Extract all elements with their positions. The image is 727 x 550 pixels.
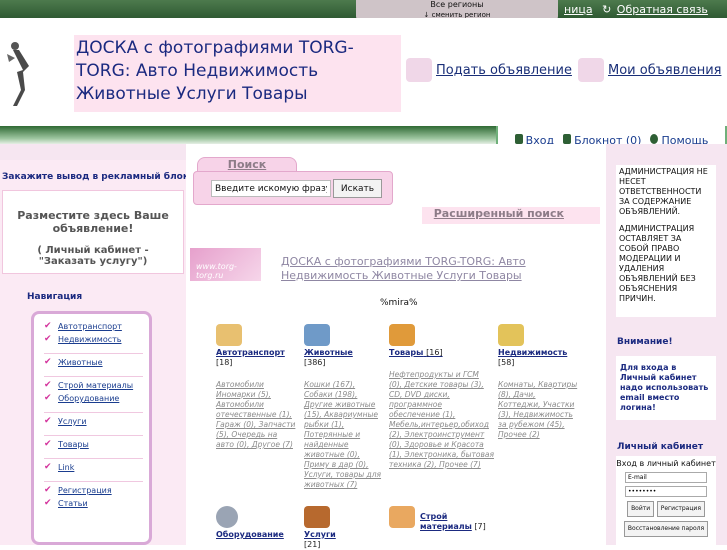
search-button[interactable]: Искать (333, 179, 382, 198)
category-realty: Недвижимость [58] Комнаты, Квартиры (8),… (498, 324, 580, 440)
site-title: ДОСКА с фотографиями TORG-TORG: Авто Нед… (74, 35, 401, 112)
nav-item-equipment[interactable]: Оборудование (44, 392, 143, 405)
add-ad-label: Подать объявление (436, 62, 572, 78)
notepad-icon (563, 133, 572, 144)
disclaimer-box: АДМИНИСТРАЦИЯ НЕ НЕСЕТ ОТВЕТСТВЕННОСТИ З… (616, 165, 716, 317)
nav-item-animals[interactable]: Животные (44, 356, 143, 369)
nav-item-articles[interactable]: Статьи (44, 497, 143, 510)
pen-icon (406, 58, 432, 82)
nav-divider (44, 451, 143, 459)
nav-item-services[interactable]: Услуги (44, 415, 143, 428)
category-sub-text[interactable]: Автомобили Иномарки (5), Автомобили отеч… (216, 380, 295, 449)
feedback-icon: ↻ (602, 3, 612, 16)
search-input[interactable] (211, 180, 331, 197)
category-sub-text[interactable]: Нефтепродукты и ГСМ (0), Детские товары … (389, 370, 494, 469)
attention-title: Внимание! (617, 337, 673, 347)
nav-divider (44, 369, 143, 377)
category-animals: Животные [386] Кошки (167), Собаки (198)… (304, 324, 384, 490)
box-icon (578, 58, 604, 82)
category-subs: Комнаты, Квартиры (8), Дачи, Коттеджи, У… (498, 380, 580, 440)
attention-text: Для входа в Личный кабинет надо использо… (616, 356, 716, 420)
login-button[interactable]: Войти (627, 501, 655, 517)
category-count: [7] (474, 522, 486, 531)
nav-title: Навигация (27, 292, 83, 302)
goods-icon (389, 324, 415, 346)
site-title-link[interactable]: ДОСКА с фотографиями TORG-TORG: Авто Нед… (190, 255, 604, 283)
ad-block[interactable]: Разместите здесь Ваше объявление! ( Личн… (2, 190, 184, 274)
category-name[interactable]: Товары [16] (389, 348, 494, 358)
nav-divider (44, 346, 143, 354)
site-title-link-text: ДОСКА с фотографиями TORG-TORG: Авто Нед… (281, 255, 526, 282)
advanced-search-link[interactable]: Расширенный поиск (422, 207, 600, 224)
category-sub-text[interactable]: Кошки (167), Собаки (198), Другие животн… (304, 380, 381, 489)
category-subs: Автомобили Иномарки (5), Автомобили отеч… (216, 380, 296, 450)
category-name[interactable]: Строй материалы (420, 512, 472, 531)
building-icon (498, 324, 524, 346)
disclaimer-text: АДМИНИСТРАЦИЯ ОСТАВЛЯЕТ ЗА СОБОЙ ПРАВО М… (619, 224, 696, 303)
my-ads-label: Мои объявления (608, 62, 722, 78)
category-auto: Автотранспорт [18] Автомобили Иномарки (… (216, 324, 296, 450)
help-icon (650, 133, 659, 144)
region-title: Все регионы (430, 0, 484, 9)
cabinet-title: Личный кабинет (617, 442, 704, 452)
top-link-home[interactable]: ница (564, 3, 593, 16)
cabinet-login-text: Вход в личный кабинет (616, 459, 716, 468)
category-subs: Кошки (167), Собаки (198), Другие животн… (304, 380, 384, 490)
ad-block-title: Закажите вывод в рекламный блок (2, 172, 189, 182)
animal-icon (304, 324, 330, 346)
add-ad-button[interactable]: Подать объявление (406, 58, 572, 82)
nav-menu: Автотранспорт Недвижимость Животные Стро… (31, 311, 152, 545)
category-goods: Товары [16] Нефтепродукты и ГСМ (0), Дет… (389, 324, 494, 470)
recover-password-button[interactable]: Восстановление пароля (623, 521, 709, 537)
email-field[interactable] (625, 472, 707, 483)
category-name-text: Товары (389, 348, 424, 357)
category-name[interactable]: Автотранспорт (216, 348, 296, 358)
category-count: [386] (304, 358, 326, 367)
category-count: [58] (498, 358, 515, 367)
category-name[interactable]: Оборудование (216, 530, 296, 540)
category-subs: Нефтепродукты и ГСМ (0), Детские товары … (389, 370, 494, 470)
ad-block-text: Разместите здесь Ваше объявление! (17, 209, 169, 235)
gear-icon (216, 506, 238, 528)
category-name[interactable]: Услуги (304, 530, 384, 540)
nav-item-materials[interactable]: Строй материалы (44, 379, 143, 392)
nav-item-register[interactable]: Регистрация (44, 484, 143, 497)
lock-icon (514, 133, 523, 144)
nav-item-goods[interactable]: Товары (44, 438, 143, 451)
category-sub-text[interactable]: Комнаты, Квартиры (8), Дачи, Коттеджи, У… (498, 380, 577, 439)
mira-placeholder: %mira% (380, 298, 418, 308)
nav-item-auto[interactable]: Автотранспорт (44, 320, 143, 333)
feedback-link[interactable]: Обратная связь (617, 3, 708, 16)
nav-divider (44, 428, 143, 436)
category-services: Услуги [21] (304, 506, 384, 550)
category-count: [16] (426, 348, 443, 357)
category-name[interactable]: Недвижимость (498, 348, 580, 358)
search-tab[interactable]: Поиск (197, 157, 297, 172)
nav-item-realty[interactable]: Недвижимость (44, 333, 143, 346)
register-button[interactable]: Регистрация (656, 501, 705, 517)
password-field[interactable] (625, 486, 707, 497)
my-ads-button[interactable]: Мои объявления (578, 58, 721, 82)
disclaimer-text: АДМИНИСТРАЦИЯ НЕ НЕСЕТ ОТВЕТСТВЕННОСТИ З… (619, 167, 708, 216)
category-equipment: Оборудование (216, 506, 296, 540)
mercury-logo-icon (7, 42, 29, 106)
ad-block-subtext: ( Личный кабинет - "Заказать услугу") (37, 245, 149, 267)
bricks-icon (389, 506, 415, 528)
nav-item-link[interactable]: Link (44, 461, 143, 474)
category-count: [21] (304, 540, 321, 549)
nav-divider (44, 474, 143, 482)
briefcase-icon (304, 506, 330, 528)
category-materials: Строй материалы [7] (389, 506, 494, 532)
category-name[interactable]: Животные (304, 348, 384, 358)
cabinet-login-box: Вход в личный кабинет Войти Регистрация … (616, 456, 716, 545)
top-links: ница ↻ Обратная связь (558, 3, 708, 16)
car-icon (216, 324, 242, 346)
nav-divider (44, 405, 143, 413)
category-count: [18] (216, 358, 233, 367)
